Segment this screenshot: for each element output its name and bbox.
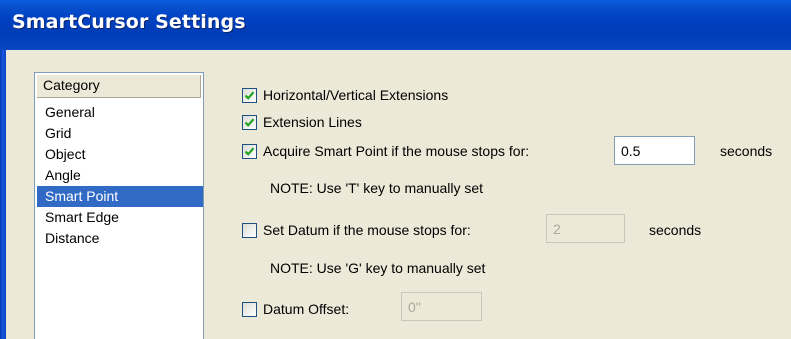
acquire-smart-point-label[interactable]: Acquire Smart Point if the mouse stops f… [263, 143, 529, 159]
extension-lines-checkbox[interactable] [242, 114, 257, 130]
acquire-smart-point-option: Acquire Smart Point if the mouse stops f… [242, 143, 529, 159]
acquire-note: NOTE: Use 'T' key to manually set [270, 180, 484, 196]
extension-lines-label[interactable]: Extension Lines [263, 114, 362, 130]
set-datum-label[interactable]: Set Datum if the mouse stops for: [263, 222, 471, 238]
check-mark-icon [244, 146, 255, 156]
datum-offset-label[interactable]: Datum Offset: [263, 301, 349, 317]
extension-lines-option: Extension Lines [242, 114, 362, 130]
category-header[interactable]: Category [37, 75, 201, 98]
check-mark-icon [244, 90, 255, 100]
datum-offset-input[interactable] [401, 292, 482, 321]
acquire-smart-point-seconds-input[interactable] [614, 136, 695, 165]
acquire-smart-point-checkbox[interactable] [242, 143, 257, 159]
set-datum-seconds-input[interactable] [546, 214, 625, 243]
set-datum-option: Set Datum if the mouse stops for: [242, 222, 471, 238]
datum-offset-option: Datum Offset: [242, 301, 349, 317]
category-items: General Grid Object Angle Smart Point Sm… [37, 102, 203, 249]
category-item-distance[interactable]: Distance [37, 228, 203, 249]
window-title: SmartCursor Settings [12, 11, 246, 33]
category-item-smart-edge[interactable]: Smart Edge [37, 207, 203, 228]
check-mark-icon [244, 117, 255, 127]
hv-extensions-checkbox[interactable] [242, 87, 257, 103]
category-list[interactable]: Category General Grid Object Angle Smart… [34, 72, 204, 339]
title-bar[interactable]: SmartCursor Settings [0, 0, 791, 50]
set-datum-seconds-unit: seconds [649, 222, 702, 238]
datum-offset-checkbox[interactable] [242, 301, 257, 317]
category-item-object[interactable]: Object [37, 144, 203, 165]
acquire-seconds-unit: seconds [720, 143, 773, 159]
hv-extensions-option: Horizontal/Vertical Extensions [242, 87, 448, 103]
category-item-grid[interactable]: Grid [37, 123, 203, 144]
category-item-smart-point[interactable]: Smart Point [37, 186, 203, 207]
hv-extensions-label[interactable]: Horizontal/Vertical Extensions [263, 87, 448, 103]
datum-note: NOTE: Use 'G' key to manually set [270, 260, 486, 276]
set-datum-checkbox[interactable] [242, 222, 257, 238]
category-item-angle[interactable]: Angle [37, 165, 203, 186]
category-item-general[interactable]: General [37, 102, 203, 123]
